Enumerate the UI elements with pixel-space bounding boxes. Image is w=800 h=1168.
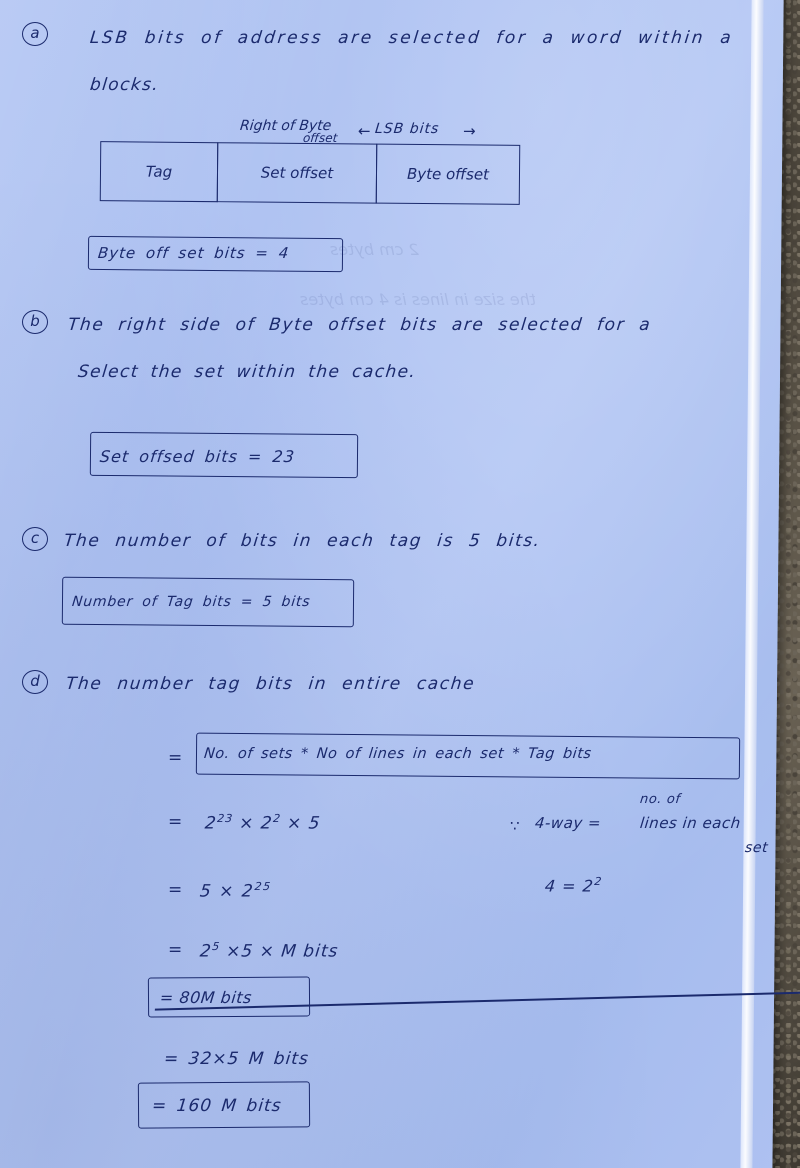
address-field-diagram: Tag Set offset Byte offset: [99, 141, 521, 205]
arrow-left-icon: ←: [358, 122, 371, 140]
struck-result-text-d: = 80M bits: [159, 988, 800, 1007]
equals-sign: =: [168, 880, 183, 900]
step-1-rest: × 2: [231, 813, 274, 834]
side-note-overline: no. of: [639, 792, 682, 807]
side-note-eq: 4 = 2: [543, 876, 595, 896]
side-note-exponent: 2: [593, 875, 604, 888]
annotation-lsb-bits: LSB bits: [374, 121, 441, 137]
equals-sign: =: [168, 940, 183, 960]
step-2-expression: 5 × 225: [199, 880, 272, 902]
step-1-exponent: 23: [216, 812, 234, 825]
bleedthrough-text: 2 cm bytes: [330, 240, 419, 259]
step-1-expression: 223 × 22 × 5: [204, 812, 322, 834]
formula-text-d: No. of sets * No of lines in each set * …: [203, 746, 593, 762]
because-symbol-icon: ∵: [510, 817, 521, 835]
section-d-line-1: The number tag bits in entire cache: [64, 674, 477, 694]
step-3-expression: 25 ×5 × M bits: [199, 940, 340, 962]
section-marker-b: b: [22, 310, 48, 334]
section-marker-c: c: [22, 527, 48, 551]
step-2-exponent: 25: [253, 880, 273, 893]
side-note-line-2: lines in each: [639, 814, 742, 832]
section-a-line-1: LSB bits of address are selected for a w…: [88, 28, 735, 48]
equals-sign: =: [168, 812, 183, 832]
section-b-line-1: The right side of Byte offset bits are s…: [66, 315, 653, 335]
result-text-c: Number of Tag bits = 5 bits: [71, 594, 312, 610]
bleedthrough-text: the size in lines is 4 cm bytes: [300, 290, 537, 309]
annotation-offset: offset: [302, 131, 339, 145]
final-answer-text: = 160 M bits: [150, 1096, 283, 1116]
arrow-right-icon: →: [463, 122, 476, 140]
notebook-page: 2 cm bytes the size in lines is 4 cm byt…: [0, 0, 800, 1168]
step-4-expression: = 32×5 M bits: [162, 1049, 310, 1069]
side-note-line-4: 4 = 22: [544, 875, 603, 895]
step-3-tail: ×5 × M bits: [218, 941, 340, 962]
side-note-line-1: 4-way =: [534, 814, 603, 832]
section-b-line-2: Select the set within the cache.: [76, 362, 418, 382]
field-set-offset: Set offset: [216, 142, 378, 204]
step-1-tail: × 5: [279, 813, 322, 834]
section-marker-a: a: [22, 22, 48, 46]
step-2-text: 5 × 2: [198, 881, 256, 902]
result-text-a: Byte off set bits = 4: [97, 244, 291, 262]
section-marker-d: d: [22, 670, 48, 694]
section-a-line-2: blocks.: [88, 75, 161, 95]
section-c-line-1: The number of bits in each tag is 5 bits…: [62, 531, 542, 551]
result-text-b: Set offsed bits = 23: [99, 447, 296, 466]
field-byte-offset: Byte offset: [375, 143, 521, 205]
equals-sign: =: [168, 748, 183, 768]
field-tag: Tag: [99, 141, 219, 203]
side-note-line-3: set: [744, 840, 770, 856]
